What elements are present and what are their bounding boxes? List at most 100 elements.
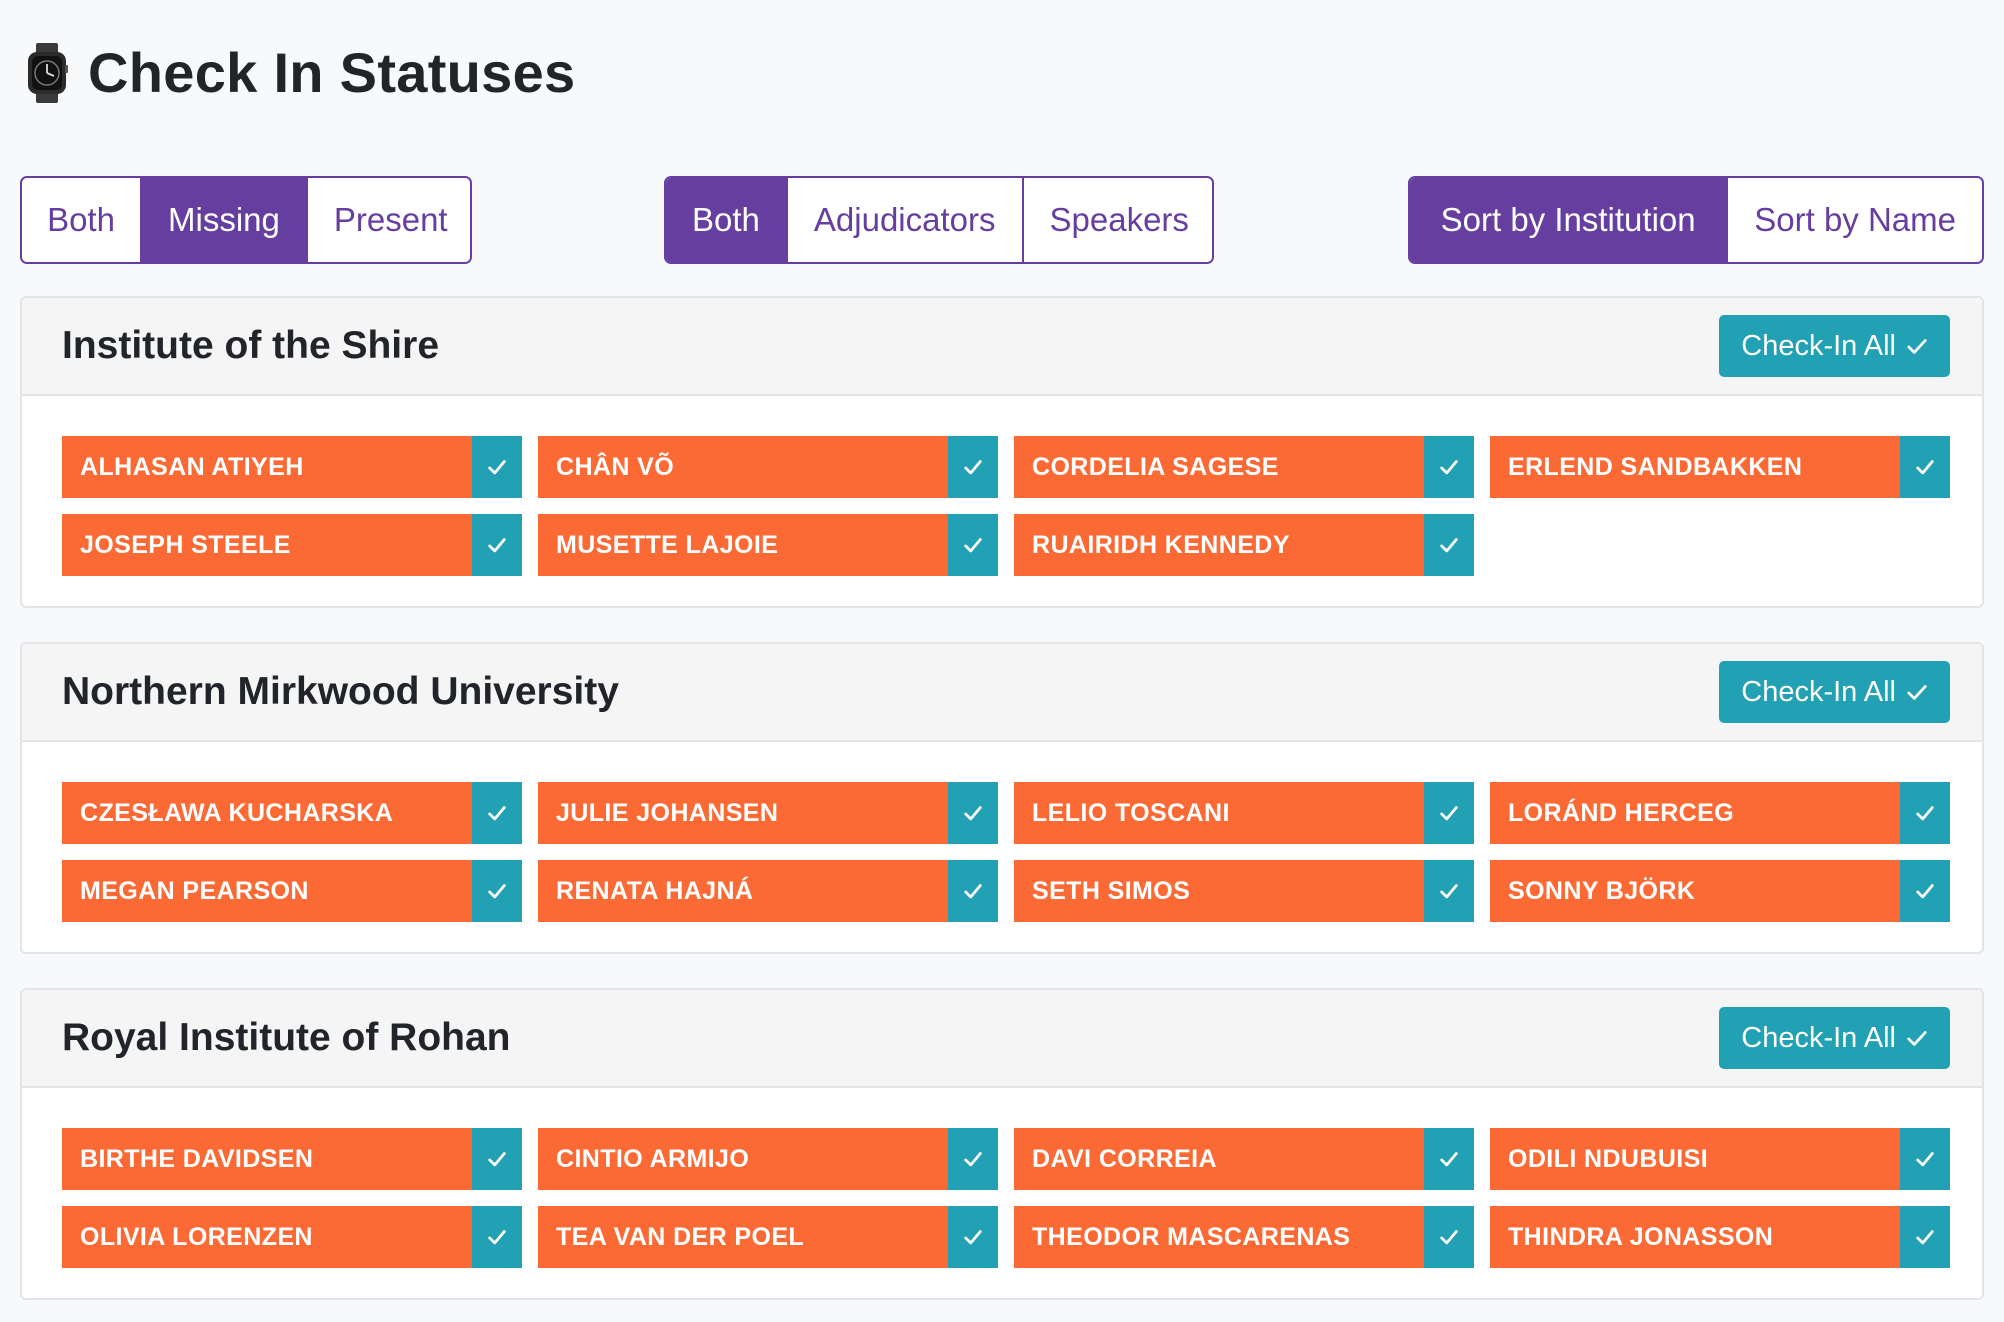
check-in-button[interactable] — [1424, 1128, 1474, 1190]
check-in-all-label: Check-In All — [1741, 1021, 1896, 1054]
check-icon — [964, 1152, 982, 1167]
person-tile: MUSETTE LAJOIE — [538, 514, 998, 576]
person-tile: CZESŁAWA KUCHARSKA — [62, 782, 522, 844]
person-name: JOSEPH STEELE — [80, 530, 291, 559]
card-header: Royal Institute of Rohan Check-In All — [22, 990, 1982, 1088]
check-icon — [488, 1230, 506, 1245]
check-in-button[interactable] — [948, 436, 998, 498]
type-filter-speakers-button[interactable]: Speakers — [1023, 178, 1212, 262]
person-name: CINTIO ARMIJO — [556, 1144, 750, 1173]
check-icon — [1916, 884, 1934, 899]
person-name: CZESŁAWA KUCHARSKA — [80, 798, 394, 827]
institution-card: Royal Institute of Rohan Check-In All BI… — [20, 988, 1984, 1300]
person-tile: LELIO TOSCANI — [1014, 782, 1474, 844]
person-name: MUSETTE LAJOIE — [556, 530, 779, 559]
page: Check In Statuses Both Missing Present B… — [0, 0, 2004, 1322]
person-tile: SETH SIMOS — [1014, 860, 1474, 922]
check-in-button[interactable] — [472, 1206, 522, 1268]
check-icon — [488, 1152, 506, 1167]
check-in-button[interactable] — [1900, 1128, 1950, 1190]
check-icon — [1916, 1230, 1934, 1245]
person-name: OLIVIA LORENZEN — [80, 1222, 313, 1251]
sort-by-institution-button[interactable]: Sort by Institution — [1410, 178, 1729, 262]
check-icon — [1916, 460, 1934, 475]
check-icon — [1916, 806, 1934, 821]
check-in-button[interactable] — [1424, 782, 1474, 844]
person-tile: BIRTHE DAVIDSEN — [62, 1128, 522, 1190]
person-name: SETH SIMOS — [1032, 876, 1191, 905]
person-tile: TEA VAN DER POEL — [538, 1206, 998, 1268]
check-in-button[interactable] — [948, 1128, 998, 1190]
type-filter-both-button[interactable]: Both — [666, 178, 788, 262]
check-in-button[interactable] — [1900, 860, 1950, 922]
check-in-all-button[interactable]: Check-In All — [1719, 1007, 1950, 1069]
person-name: ERLEND SANDBAKKEN — [1508, 452, 1803, 481]
check-icon — [964, 460, 982, 475]
check-icon — [964, 538, 982, 553]
check-in-button[interactable] — [1424, 514, 1474, 576]
person-tile: LORÁND HERCEG — [1490, 782, 1950, 844]
check-icon — [1440, 460, 1458, 475]
check-icon — [488, 460, 506, 475]
check-in-all-button[interactable]: Check-In All — [1719, 661, 1950, 723]
status-filter-group: Both Missing Present — [20, 176, 472, 264]
person-name: DAVI CORREIA — [1032, 1144, 1217, 1173]
person-tile: RUAIRIDH KENNEDY — [1014, 514, 1474, 576]
person-tile: MEGAN PEARSON — [62, 860, 522, 922]
check-in-button[interactable] — [1900, 1206, 1950, 1268]
type-filter-adjudicators-button[interactable]: Adjudicators — [787, 178, 1024, 262]
check-icon — [488, 538, 506, 553]
check-in-button[interactable] — [472, 860, 522, 922]
check-in-button[interactable] — [948, 1206, 998, 1268]
check-in-button[interactable] — [1424, 436, 1474, 498]
check-in-button[interactable] — [1900, 782, 1950, 844]
page-title: Check In Statuses — [88, 41, 576, 104]
check-icon — [1907, 685, 1927, 700]
check-in-button[interactable] — [472, 514, 522, 576]
check-icon — [488, 884, 506, 899]
status-filter-missing-button[interactable]: Missing — [142, 178, 308, 262]
status-filter-both-button[interactable]: Both — [22, 178, 142, 262]
person-tile: ALHASAN ATIYEH — [62, 436, 522, 498]
person-tile: RENATA HAJNÁ — [538, 860, 998, 922]
type-filter-group: Both Adjudicators Speakers — [664, 176, 1214, 264]
check-in-button[interactable] — [472, 436, 522, 498]
check-icon — [1440, 884, 1458, 899]
watch-icon — [28, 42, 68, 103]
check-in-button[interactable] — [472, 782, 522, 844]
person-name: ODILI NDUBUISI — [1508, 1144, 1709, 1173]
check-icon — [1440, 1152, 1458, 1167]
sort-group: Sort by Institution Sort by Name — [1408, 176, 1984, 264]
person-name: LORÁND HERCEG — [1508, 798, 1735, 827]
people-grid: CZESŁAWA KUCHARSKA JULIE JOHANSEN LELIO TO… — [22, 742, 1982, 952]
person-tile: ERLEND SANDBAKKEN — [1490, 436, 1950, 498]
check-icon — [964, 1230, 982, 1245]
check-in-button[interactable] — [1900, 436, 1950, 498]
check-in-button[interactable] — [948, 514, 998, 576]
institution-card: Institute of the Shire Check-In All ALHA… — [20, 296, 1984, 608]
person-name: BIRTHE DAVIDSEN — [80, 1144, 314, 1173]
check-in-button[interactable] — [948, 860, 998, 922]
check-in-button[interactable] — [1424, 860, 1474, 922]
sort-by-name-button[interactable]: Sort by Name — [1728, 178, 1982, 262]
check-in-button[interactable] — [472, 1128, 522, 1190]
person-name: SONNY BJÖRK — [1508, 876, 1696, 905]
person-name: LELIO TOSCANI — [1032, 798, 1230, 827]
card-header: Institute of the Shire Check-In All — [22, 298, 1982, 396]
person-tile: CORDELIA SAGESE — [1014, 436, 1474, 498]
check-icon — [1440, 1230, 1458, 1245]
check-in-all-button[interactable]: Check-In All — [1719, 315, 1950, 377]
check-in-button[interactable] — [1424, 1206, 1474, 1268]
person-tile: JULIE JOHANSEN — [538, 782, 998, 844]
person-tile: THINDRA JONASSON — [1490, 1206, 1950, 1268]
person-tile: CHÂN VÕ — [538, 436, 998, 498]
people-grid: BIRTHE DAVIDSEN CINTIO ARMIJO DAVI CORREIA… — [22, 1088, 1982, 1298]
person-name: ALHASAN ATIYEH — [80, 452, 304, 481]
person-tile: SONNY BJÖRK — [1490, 860, 1950, 922]
card-header: Northern Mirkwood University Check-In Al… — [22, 644, 1982, 742]
person-tile: CINTIO ARMIJO — [538, 1128, 998, 1190]
check-icon — [1907, 339, 1927, 354]
person-name: THINDRA JONASSON — [1508, 1222, 1774, 1251]
check-in-button[interactable] — [948, 782, 998, 844]
status-filter-present-button[interactable]: Present — [307, 178, 470, 262]
